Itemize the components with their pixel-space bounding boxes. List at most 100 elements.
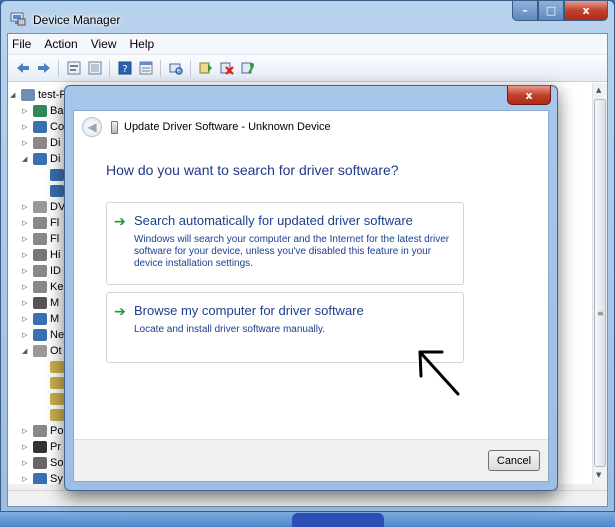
collapse-toggle-icon[interactable]: ▷ <box>22 107 30 115</box>
collapse-toggle-icon[interactable]: ▷ <box>22 299 30 307</box>
update-driver-dialog: x ◀ Update Driver Software - Unknown Dev… <box>64 85 558 491</box>
back-arrow-icon: ◀ <box>87 120 97 134</box>
collapse-toggle-icon[interactable]: ▷ <box>22 251 30 259</box>
unknown-device-icon <box>50 360 64 373</box>
system-devices-icon <box>33 472 47 485</box>
collapse-toggle-icon[interactable]: ▷ <box>22 283 30 291</box>
svg-text:?: ? <box>122 64 127 75</box>
update-driver-icon[interactable] <box>197 60 214 77</box>
collapse-toggle-icon[interactable]: ▷ <box>22 219 30 227</box>
tree-item-label: Ba <box>50 104 64 117</box>
collapse-toggle-icon[interactable]: ▷ <box>22 235 30 243</box>
expand-toggle-icon[interactable]: ◢ <box>10 91 18 99</box>
tree-item-label: M <box>50 296 60 309</box>
device-icon <box>50 184 64 197</box>
cancel-button[interactable]: Cancel <box>488 450 540 471</box>
back-icon[interactable] <box>14 60 31 77</box>
expand-toggle-icon[interactable]: ◢ <box>22 155 30 163</box>
disable-icon[interactable] <box>239 60 256 77</box>
device-manager-icon <box>10 12 26 26</box>
green-arrow-icon: ➔ <box>114 304 126 320</box>
device-icon <box>33 104 47 117</box>
tree-item-label: Sy <box>50 472 63 485</box>
menu-help[interactable]: Help <box>130 37 155 51</box>
minimize-button[interactable]: – <box>512 1 538 21</box>
properties-icon[interactable] <box>65 60 82 77</box>
ports-icon <box>33 424 47 437</box>
device-icon <box>33 136 47 149</box>
menu-file[interactable]: File <box>12 37 31 51</box>
dialog-heading: How do you want to search for driver sof… <box>106 162 399 178</box>
expand-toggle-icon[interactable]: ◢ <box>22 347 30 355</box>
scroll-grip-icon: ≡ <box>597 309 604 318</box>
collapse-toggle-icon[interactable]: ▷ <box>22 267 30 275</box>
close-button[interactable]: x <box>564 1 608 21</box>
status-bar <box>8 490 607 506</box>
tree-item-label: Ot <box>50 344 62 357</box>
forward-icon[interactable] <box>35 60 52 77</box>
scroll-up-icon[interactable]: ▲ <box>596 86 601 94</box>
device-icon <box>111 121 118 134</box>
window-title: Device Manager <box>33 13 121 27</box>
device-icon <box>33 248 47 261</box>
menu-action[interactable]: Action <box>44 37 77 51</box>
vertical-scrollbar[interactable]: ▲ ≡ ▼ <box>592 83 607 484</box>
dialog-title: Update Driver Software - Unknown Device <box>124 121 331 133</box>
sound-icon <box>33 456 47 469</box>
dialog-close-button[interactable]: x <box>507 86 551 105</box>
tree-item-label: Ne <box>50 328 65 341</box>
tree-view-icon[interactable] <box>86 60 103 77</box>
collapse-toggle-icon[interactable]: ▷ <box>22 139 30 147</box>
tree-item-label: ID <box>50 264 61 277</box>
toolbar-separator <box>109 59 110 77</box>
dvd-drive-icon <box>33 200 47 213</box>
details-icon[interactable] <box>137 60 154 77</box>
taskbar-highlight <box>292 513 384 527</box>
device-icon <box>33 216 47 229</box>
computer-icon <box>21 88 35 101</box>
uninstall-icon[interactable] <box>218 60 235 77</box>
toolbar-separator <box>58 59 59 77</box>
collapse-toggle-icon[interactable]: ▷ <box>22 123 30 131</box>
other-devices-icon <box>33 344 47 357</box>
device-icon <box>33 120 47 133</box>
device-icon <box>33 232 47 245</box>
maximize-button[interactable]: □ <box>538 1 564 21</box>
scroll-down-icon[interactable]: ▼ <box>596 471 601 479</box>
option-title: Browse my computer for driver software <box>134 303 364 318</box>
tree-item-label: Pr <box>50 440 61 453</box>
tree-item-label: So <box>50 456 64 469</box>
unknown-device-icon <box>50 392 64 405</box>
search-automatically-option[interactable]: ➔ Search automatically for updated drive… <box>106 202 464 285</box>
collapse-toggle-icon[interactable]: ▷ <box>22 203 30 211</box>
scrollbar-thumb[interactable] <box>594 99 606 467</box>
tree-item-label: Fl <box>50 216 60 229</box>
toolbar: ? <box>8 55 607 82</box>
tree-item-label: DV <box>50 200 66 213</box>
tree-item-label: M <box>50 312 60 325</box>
display-adapter-icon <box>33 152 47 165</box>
collapse-toggle-icon[interactable]: ▷ <box>22 331 30 339</box>
menu-bar: File Action View Help <box>8 34 607 55</box>
collapse-toggle-icon[interactable]: ▷ <box>22 315 30 323</box>
help-icon[interactable]: ? <box>116 60 133 77</box>
tree-item-label: Ke <box>50 280 64 293</box>
collapse-toggle-icon[interactable]: ▷ <box>22 427 30 435</box>
tree-root-label: test-P <box>38 88 67 101</box>
collapse-toggle-icon[interactable]: ▷ <box>22 443 30 451</box>
tree-item-label: Hi <box>50 248 61 261</box>
mouse-icon <box>33 296 47 309</box>
tree-item-label: Fl <box>50 232 60 245</box>
monitor-icon <box>33 312 47 325</box>
network-adapter-icon <box>33 328 47 341</box>
title-bar[interactable]: Device Manager – □ x <box>1 1 614 33</box>
back-button[interactable]: ◀ <box>82 117 102 137</box>
tree-item-label: Po <box>50 424 64 437</box>
option-description: Locate and install driver software manua… <box>134 324 326 335</box>
collapse-toggle-icon[interactable]: ▷ <box>22 475 30 483</box>
unknown-device-icon <box>50 376 64 389</box>
collapse-toggle-icon[interactable]: ▷ <box>22 459 30 467</box>
menu-view[interactable]: View <box>91 37 117 51</box>
green-arrow-icon: ➔ <box>114 214 126 230</box>
scan-hardware-icon[interactable] <box>167 60 184 77</box>
